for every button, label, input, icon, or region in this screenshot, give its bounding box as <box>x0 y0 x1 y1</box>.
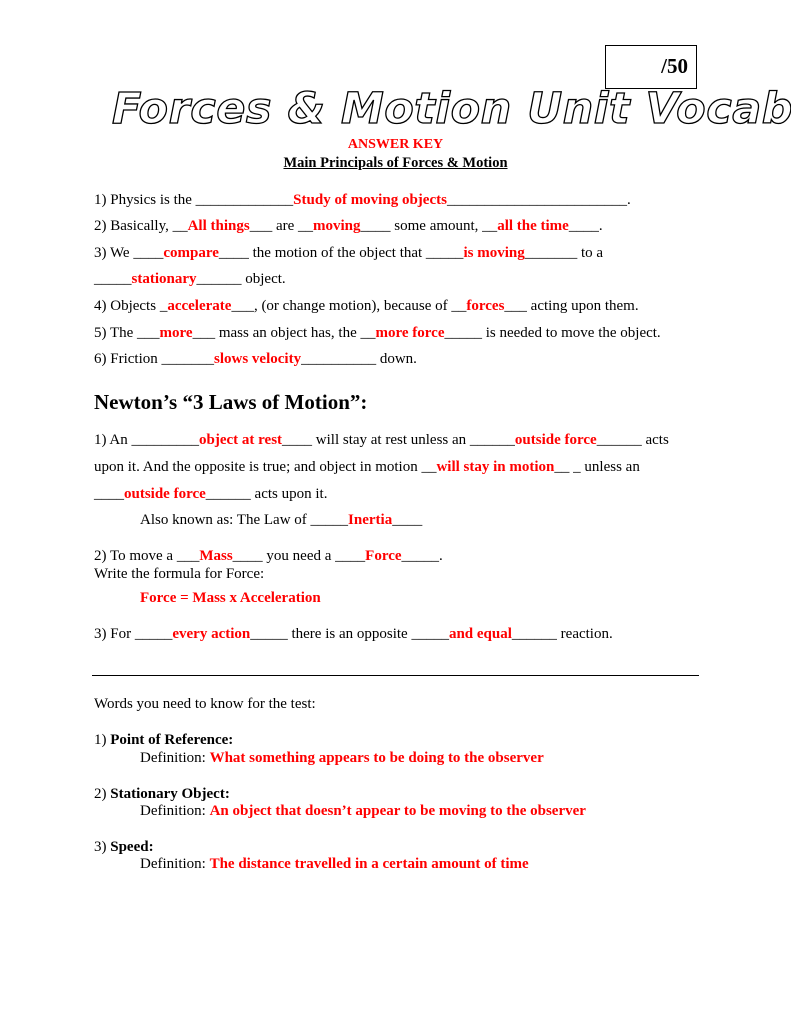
page-title: Forces & Motion Unit Vocabulary <box>111 83 791 134</box>
principle-line: 5) The ___more___ mass an object has, th… <box>94 325 661 342</box>
definition-label: Definition: <box>140 856 210 872</box>
definition-answer: What something appears to be doing to th… <box>209 750 544 766</box>
answer-text: stationary <box>131 271 197 287</box>
answer-text: Study of moving objects <box>293 192 447 208</box>
prompt-text: 6) Friction _______ <box>94 351 214 367</box>
principle-line: _____stationary______ object. <box>94 271 286 288</box>
newton-line: Write the formula for Force: <box>94 566 264 583</box>
newton-line: 3) For _____every action_____ there is a… <box>94 626 613 643</box>
vocab-term: 1) Point of Reference: <box>94 732 233 749</box>
prompt-text: ____ <box>94 486 124 502</box>
prompt-text: ___ mass an object has, the __ <box>192 325 376 341</box>
formula-line: Force = Mass x Acceleration <box>140 590 321 607</box>
answer-text: accelerate <box>167 298 232 314</box>
prompt-text: ____ will stay at rest unless an ______ <box>282 432 515 448</box>
prompt-text: 3) We ____ <box>94 245 164 261</box>
vocab-number: 1) <box>94 732 111 748</box>
definition-label: Definition: <box>140 803 210 819</box>
prompt-text: ____ some amount, __ <box>360 218 498 234</box>
score-box: /50 <box>605 45 697 89</box>
answer-text: more <box>159 325 193 341</box>
definition-answer: The distance travelled in a certain amou… <box>209 856 529 872</box>
prompt-text: _____ is needed to move the object. <box>444 325 661 341</box>
prompt-text: _______ to a <box>524 245 604 261</box>
vocab-number: 3) <box>94 839 111 855</box>
vocab-term-label: Stationary Object: <box>110 786 230 802</box>
answer-text: Mass <box>199 548 233 564</box>
principle-line: 3) We ____compare____ the motion of the … <box>94 245 603 262</box>
principle-line: 4) Objects _accelerate___, (or change mo… <box>94 298 639 315</box>
vocab-definition: Definition: An object that doesn’t appea… <box>140 803 586 820</box>
vocab-number: 2) <box>94 786 111 802</box>
prompt-text: Write the formula for Force: <box>94 566 265 582</box>
prompt-text: upon it. And the opposite is true; and o… <box>94 459 437 475</box>
prompt-text: _____ <box>94 271 132 287</box>
answer-text: will stay in motion <box>436 459 555 475</box>
prompt-text: Also known as: The Law of _____ <box>140 512 349 528</box>
separator-line <box>92 675 699 676</box>
prompt-text: 5) The ___ <box>94 325 160 341</box>
prompt-text: ______ reaction. <box>511 626 613 642</box>
vocab-term-label: Point of Reference: <box>110 732 234 748</box>
answer-text: Force <box>365 548 402 564</box>
prompt-text: ______ acts <box>596 432 669 448</box>
score-label: /50 <box>661 54 688 78</box>
prompt-text: 4) Objects _ <box>94 298 168 314</box>
principle-line: 6) Friction _______slows velocity_______… <box>94 351 417 368</box>
prompt-text: 3) For _____ <box>94 626 173 642</box>
answer-text: compare <box>163 245 219 261</box>
vocab-definition: Definition: What something appears to be… <box>140 750 544 767</box>
vocab-term-label: Speed: <box>110 839 154 855</box>
answer-text: slows velocity <box>214 351 302 367</box>
newton-line: Also known as: The Law of _____Inertia__… <box>140 512 422 529</box>
answer-text: object at rest <box>199 432 283 448</box>
answer-text: moving <box>313 218 361 234</box>
prompt-text: 2) To move a ___ <box>94 548 200 564</box>
definition-label: Definition: <box>140 750 210 766</box>
answer-text: outside force <box>124 486 206 502</box>
answer-text: all the time <box>497 218 569 234</box>
prompt-text: ________________________. <box>446 192 631 208</box>
answer-text: All things <box>187 218 250 234</box>
prompt-text: ___ acting upon them. <box>504 298 639 314</box>
answer-key-label: ANSWER KEY <box>347 137 444 152</box>
newton-line: upon it. And the opposite is true; and o… <box>94 459 640 476</box>
prompt-text: 2) Basically, __ <box>94 218 188 234</box>
prompt-text: __ _ unless an <box>554 459 640 475</box>
answer-text: every action <box>172 626 251 642</box>
answer-text: is moving <box>463 245 525 261</box>
newton-line: 1) An _________object at rest____ will s… <box>94 432 669 449</box>
prompt-text: ___, (or change motion), because of __ <box>231 298 467 314</box>
prompt-text: _____. <box>401 548 443 564</box>
prompt-text: 1) Physics is the _____________ <box>94 192 294 208</box>
prompt-text: 1) An _________ <box>94 432 199 448</box>
vocab-definition: Definition: The distance travelled in a … <box>140 856 529 873</box>
vocab-term: 2) Stationary Object: <box>94 786 230 803</box>
prompt-text: ___ are __ <box>249 218 314 234</box>
prompt-text: ____ the motion of the object that _____ <box>218 245 464 261</box>
answer-text: forces <box>466 298 505 314</box>
answer-text: outside force <box>514 432 597 448</box>
newton-heading: Newton’s “3 Laws of Motion”: <box>94 390 368 414</box>
section-subtitle: Main Principals of Forces & Motion <box>283 155 508 171</box>
prompt-text: ____ you need a ____ <box>232 548 366 564</box>
answer-text: and equal <box>448 626 512 642</box>
principle-line: 1) Physics is the _____________Study of … <box>94 192 631 209</box>
prompt-text: _____ there is an opposite _____ <box>250 626 449 642</box>
prompt-text: ____. <box>568 218 603 234</box>
words-intro: Words you need to know for the test: <box>94 696 316 712</box>
prompt-text: ______ acts upon it. <box>205 486 328 502</box>
prompt-text: ____ <box>392 512 423 528</box>
prompt-text: ______ object. <box>196 271 286 287</box>
vocab-term: 3) Speed: <box>94 839 154 856</box>
newton-line: 2) To move a ___Mass____ you need a ____… <box>94 548 443 565</box>
answer-text: more force <box>375 325 445 341</box>
answer-text: Force = Mass x Acceleration <box>140 590 321 606</box>
prompt-text: __________ down. <box>301 351 417 367</box>
definition-answer: An object that doesn’t appear to be movi… <box>209 803 586 819</box>
newton-line: ____outside force______ acts upon it. <box>94 486 327 503</box>
answer-text: Inertia <box>348 512 393 528</box>
principle-line: 2) Basically, __All things___ are __movi… <box>94 218 603 235</box>
